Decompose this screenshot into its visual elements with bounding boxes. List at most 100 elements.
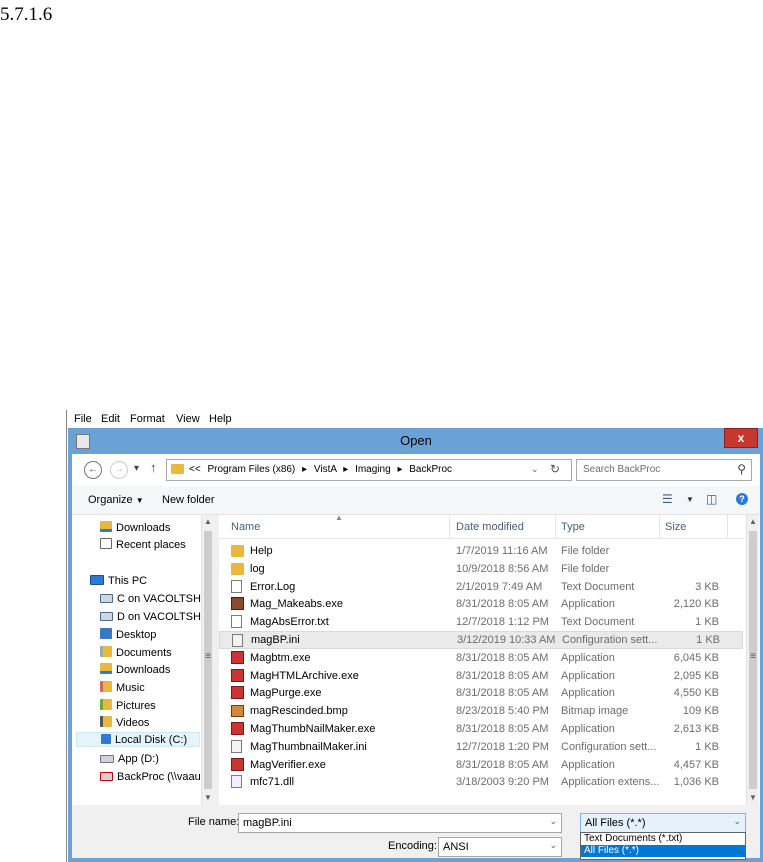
help-icon[interactable]: ? [736,493,748,505]
file-row[interactable]: MagThumbnailMaker.ini 12/7/2018 1:20 PM Co… [219,738,741,756]
file-type-option-text-documents[interactable]: Text Documents (*.txt) [581,833,745,845]
file-type: Application [561,758,615,771]
file-size: 4,550 KB [673,687,719,700]
file-row[interactable]: mfc71.dll 3/18/2003 9:20 PM Application ex… [219,773,741,791]
column-divider[interactable] [659,515,660,538]
close-button[interactable]: x [724,428,758,448]
file-row[interactable]: magBP.ini 3/12/2019 10:33 AM Configuration… [219,631,743,649]
file-size: 1 KB [696,634,720,646]
nav-item-this-pc[interactable]: This PC [90,573,204,590]
nav-item-downloads[interactable]: Downloads [100,520,204,537]
nav-item-documents[interactable]: Documents [100,645,204,662]
address-bar[interactable]: << Program Files (x86) ▸ VistA ▸ Imaging… [166,459,572,481]
nav-label: Local Disk (C:) [115,734,188,746]
nav-item-downloads-2[interactable]: Downloads [100,662,204,679]
nav-item-music[interactable]: Music [100,680,204,697]
file-row[interactable]: Magbtm.exe 8/31/2018 8:05 AM Application 6,… [219,649,741,667]
scroll-down-icon[interactable]: ▼ [747,791,759,805]
breadcrumb-imaging[interactable]: Imaging [355,464,391,475]
file-row[interactable]: MagHTMLArchive.exe 8/31/2018 8:05 AM Appli… [219,667,741,685]
file-row[interactable]: MagPurge.exe 8/31/2018 8:05 AM Application… [219,684,741,702]
column-divider[interactable] [555,515,556,538]
nav-label: Videos [116,717,150,729]
refresh-icon[interactable]: ↻ [550,462,560,476]
breadcrumb-backproc[interactable]: BackProc [409,464,452,475]
dialog-titlebar: Open x [68,428,763,454]
new-folder-button[interactable]: New folder [162,494,215,506]
nav-item-recent-places[interactable]: Recent places [100,537,204,554]
menu-view[interactable]: View [176,413,200,425]
scroll-up-icon[interactable]: ▲ [747,515,759,529]
column-divider[interactable] [727,515,728,538]
column-header-date-modified[interactable]: Date modified [456,521,524,533]
nav-item-videos[interactable]: Videos [100,715,204,732]
breadcrumb-overflow[interactable]: << [189,464,201,475]
scroll-up-icon[interactable]: ▲ [202,515,214,529]
file-type: Configuration sett... [561,740,657,753]
nav-item-d-on-vacoltsh[interactable]: D on VACOLTSH [100,609,204,626]
column-divider[interactable] [449,515,450,538]
file-name-field[interactable]: magBP.ini ⌄ [238,813,562,833]
nav-item-app-d[interactable]: App (D:) [100,751,204,768]
file-row[interactable]: MagAbsError.txt 12/7/2018 1:12 PM Text Doc… [219,613,741,631]
encoding-label: Encoding: [388,840,437,852]
file-row[interactable]: Mag_Makeabs.exe 8/31/2018 8:05 AM Applicat… [219,595,741,613]
chevron-down-icon[interactable]: ⌄ [733,816,741,827]
pictures-icon [100,699,112,710]
chevron-down-icon[interactable]: ▼ [686,495,694,504]
file-type-option-all-files[interactable]: All Files (*.*) [581,845,745,857]
file-type-select[interactable]: All Files (*.*) ⌄ [580,813,746,833]
file-name: magRescinded.bmp [250,705,348,718]
file-type: Text Document [561,580,635,593]
file-date-modified: 8/31/2018 8:05 AM [456,651,549,664]
file-name: MagHTMLArchive.exe [250,669,359,682]
preview-pane-icon[interactable]: ◫ [706,492,717,506]
forward-arrow-icon[interactable]: → [110,461,128,479]
recent-locations-chevron-icon[interactable]: ▾ [134,463,139,474]
file-row[interactable]: Error.Log 2/1/2019 7:49 AM Text Document 3 … [219,578,741,596]
nav-label: App (D:) [118,753,159,765]
file-list-scrollbar[interactable]: ▲ ≡ ▼ [746,515,759,805]
nav-item-pictures[interactable]: Pictures [100,698,204,715]
view-options-icon[interactable]: ☰ [662,492,673,506]
nav-item-local-disk-c[interactable]: Local Disk (C:) [76,732,200,747]
breadcrumb-separator-icon: ▸ [302,464,308,475]
encoding-select[interactable]: ANSI ⌄ [438,837,562,857]
menu-format[interactable]: Format [130,413,165,425]
encoding-value: ANSI [443,841,469,853]
file-row[interactable]: MagThumbNailMaker.exe 8/31/2018 8:05 AM Ap… [219,720,741,738]
chevron-down-icon[interactable]: ⌄ [549,840,557,851]
back-arrow-icon[interactable]: ← [84,461,102,479]
file-name: MagPurge.exe [250,687,322,700]
menu-help[interactable]: Help [209,413,232,425]
column-header-name[interactable]: Name [231,521,260,533]
disconnected-drive-icon [100,772,113,781]
chevron-down-icon[interactable]: ⌄ [549,816,557,827]
chevron-down-icon[interactable]: ⌄ [531,464,539,475]
file-row[interactable]: Help 1/7/2019 11:16 AM File folder [219,542,741,560]
nav-label: Music [116,682,145,694]
file-name: log [250,562,265,575]
file-size: 3 KB [695,580,719,593]
up-arrow-icon[interactable]: ↑ [150,460,157,475]
menu-file[interactable]: File [74,413,92,425]
scroll-down-icon[interactable]: ▼ [202,791,214,805]
search-input[interactable]: Search BackProc ⚲ [576,459,752,481]
breadcrumb-vista[interactable]: VistA [314,464,337,475]
file-row[interactable]: magRescinded.bmp 8/23/2018 5:40 PM Bitmap … [219,702,741,720]
text-file-icon [231,579,242,593]
column-header-type[interactable]: Type [561,521,585,533]
file-type: Application [561,669,615,682]
nav-item-desktop[interactable]: Desktop [100,627,204,644]
nav-item-c-on-vacoltsh[interactable]: C on VACOLTSH [100,591,204,608]
file-date-modified: 2/1/2019 7:49 AM [456,580,543,593]
menu-edit[interactable]: Edit [101,413,120,425]
organize-button[interactable]: Organize ▼ [88,494,144,506]
column-header-size[interactable]: Size [665,521,686,533]
nav-pane-scrollbar[interactable]: ▲ ≡ ▼ [201,515,214,805]
breadcrumb-program-files[interactable]: Program Files (x86) [207,464,295,475]
file-row[interactable]: MagVerifier.exe 8/31/2018 8:05 AM Applicat… [219,756,741,774]
file-row[interactable]: log 10/9/2018 8:56 AM File folder [219,560,741,578]
nav-item-backproc-share[interactable]: BackProc (\\vaau [100,769,204,786]
file-date-modified: 3/12/2019 10:33 AM [457,634,556,646]
